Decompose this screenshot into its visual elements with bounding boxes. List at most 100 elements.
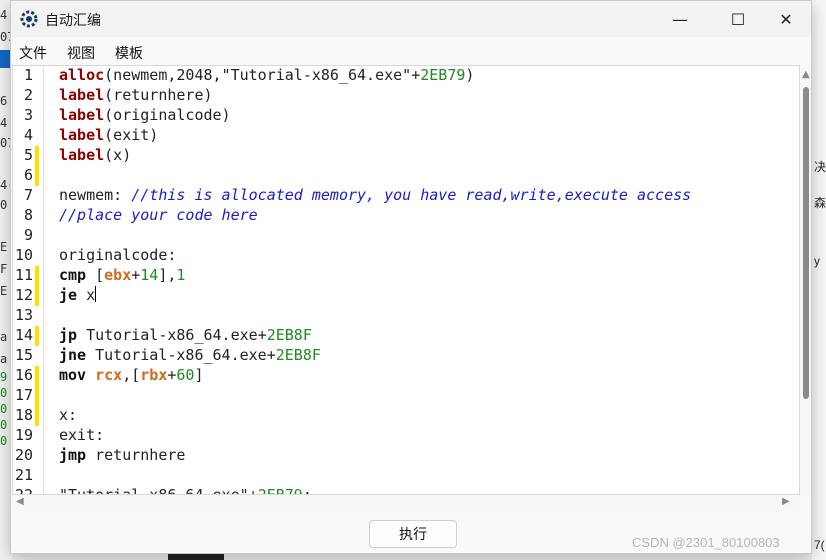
line-number: 16 xyxy=(14,366,33,384)
code-editor[interactable]: 1 2 3 4 5 6 7 8 9 10 11 12 13 14 15 16 17 18 19 20 21 22 allo… xyxy=(12,65,800,495)
vertical-scrollbar[interactable]: ▲ xyxy=(801,65,811,495)
bg-fragment: y xyxy=(814,254,820,268)
minimize-icon: — xyxy=(672,9,688,29)
code-line[interactable]: label(returnhere) xyxy=(59,86,213,106)
window-title: 自动汇编 xyxy=(45,13,101,29)
code-token: //place your code here xyxy=(59,206,258,224)
line-number: 11 xyxy=(14,266,33,284)
scroll-left-icon[interactable]: ◀ xyxy=(16,496,24,507)
menu-view[interactable]: 视图 xyxy=(65,43,97,63)
changed-line-marker xyxy=(35,406,39,426)
code-token: label xyxy=(59,86,105,104)
minimize-button[interactable]: — xyxy=(651,1,709,37)
line-number: 14 xyxy=(14,326,33,344)
line-number: 1 xyxy=(23,66,33,84)
code-line[interactable]: jne Tutorial-x86_64.exe+2EB8F xyxy=(59,346,321,366)
code-token: "Tutorial-x86_64.exe"+ xyxy=(59,486,258,495)
code-token: mov xyxy=(59,366,87,384)
code-token: rcx xyxy=(95,366,123,384)
code-token: //this is allocated memory, you have rea… xyxy=(131,186,692,204)
changed-line-marker xyxy=(35,166,39,186)
scroll-up-icon[interactable]: ▲ xyxy=(802,69,810,80)
code-token: + xyxy=(131,266,141,284)
code-line[interactable]: exit: xyxy=(59,426,104,446)
code-token: ebx xyxy=(104,266,132,284)
execute-button[interactable]: 执行 xyxy=(369,520,457,548)
code-token: returnhere xyxy=(86,446,186,464)
code-line[interactable]: mov rcx,[rbx+60] xyxy=(59,366,204,386)
code-area[interactable]: alloc(newmem,2048,"Tutorial-x86_64.exe"+… xyxy=(59,66,799,495)
background-selection-highlight xyxy=(0,50,10,68)
menu-bar: 文件 视图 模板 xyxy=(11,39,811,63)
code-token: exit: xyxy=(59,426,105,444)
line-number: 18 xyxy=(14,406,33,424)
code-token: jp xyxy=(59,326,78,344)
code-line[interactable]: originalcode: xyxy=(59,246,176,266)
code-line[interactable]: label(x) xyxy=(59,146,131,166)
bg-fragment: 6 xyxy=(0,94,8,108)
code-line[interactable]: x: xyxy=(59,406,77,426)
bg-fragment: 0 xyxy=(0,402,8,416)
line-number: 10 xyxy=(14,246,33,264)
bg-fragment: E xyxy=(0,240,8,254)
line-number: 9 xyxy=(23,226,33,244)
code-token: label xyxy=(59,126,105,144)
line-number: 20 xyxy=(14,446,33,464)
changed-line-marker xyxy=(35,326,39,346)
code-token: x xyxy=(77,286,96,304)
line-number: 22 xyxy=(14,486,33,495)
cheat-engine-icon xyxy=(20,10,38,28)
changed-line-marker xyxy=(35,286,39,306)
code-line[interactable]: label(exit) xyxy=(59,126,158,146)
scroll-right-icon[interactable]: ▶ xyxy=(782,496,790,507)
bg-fragment: 4 xyxy=(0,116,8,130)
code-line[interactable]: //place your code here xyxy=(59,206,258,226)
code-line[interactable]: cmp [ebx+14],1 xyxy=(59,266,185,286)
changed-line-marker xyxy=(35,146,39,166)
bg-fragment: a xyxy=(0,330,8,344)
code-token: 2EB79 xyxy=(257,486,303,495)
maximize-icon: ☐ xyxy=(730,9,746,29)
title-bar[interactable]: 自动汇编 — ☐ ✕ xyxy=(11,1,811,37)
line-number: 17 xyxy=(14,386,33,404)
line-number: 3 xyxy=(23,106,33,124)
code-token: 14 xyxy=(140,266,159,284)
code-token: label xyxy=(59,146,105,164)
line-number-gutter: 1 2 3 4 5 6 7 8 9 10 11 12 13 14 15 16 17 18 19 20 21 22 xyxy=(13,66,41,495)
bg-fragment: 0 xyxy=(0,198,8,212)
menu-template[interactable]: 模板 xyxy=(113,43,145,63)
code-token: 60 xyxy=(176,366,195,384)
code-line[interactable]: alloc(newmem,2048,"Tutorial-x86_64.exe"+… xyxy=(59,66,474,86)
code-token: [ xyxy=(86,266,105,284)
horizontal-scrollbar[interactable]: ◀ ▶ xyxy=(12,495,800,511)
changed-line-marker xyxy=(35,366,39,386)
code-token: 2EB8F xyxy=(266,326,312,344)
code-token: (originalcode) xyxy=(104,106,231,124)
code-token: alloc xyxy=(59,66,105,84)
watermark: CSDN @2301_80100803 xyxy=(632,535,780,550)
auto-assemble-window: 自动汇编 — ☐ ✕ 文件 视图 模板 1 2 3 4 5 6 7 8 9 10 11 12 13 14 1… xyxy=(10,0,812,554)
line-number: 15 xyxy=(14,346,33,364)
code-token: ,[ xyxy=(122,366,141,384)
code-line[interactable]: jmp returnhere xyxy=(59,446,185,466)
menu-file[interactable]: 文件 xyxy=(17,43,49,63)
close-button[interactable]: ✕ xyxy=(757,1,815,37)
code-line[interactable]: newmem: //this is allocated memory, you … xyxy=(59,186,691,206)
code-token: label xyxy=(59,106,105,124)
code-token: (returnhere) xyxy=(104,86,213,104)
code-token: Tutorial-x86_64.exe+ xyxy=(86,346,276,364)
line-number: 4 xyxy=(23,126,33,144)
code-line[interactable]: je x xyxy=(59,286,97,306)
code-token: 2EB79 xyxy=(420,66,466,84)
code-token: jmp xyxy=(59,446,87,464)
vertical-scroll-thumb[interactable] xyxy=(803,87,809,399)
code-token: cmp xyxy=(59,266,87,284)
code-token: originalcode: xyxy=(59,246,177,264)
line-number: 12 xyxy=(14,286,33,304)
code-line[interactable]: label(originalcode) xyxy=(59,106,231,126)
changed-line-marker xyxy=(35,266,39,286)
close-icon: ✕ xyxy=(779,9,793,29)
code-line[interactable]: jp Tutorial-x86_64.exe+2EB8F xyxy=(59,326,312,346)
bg-fragment: 决 xyxy=(814,160,826,174)
code-line[interactable]: "Tutorial-x86_64.exe"+2EB79: xyxy=(59,486,312,495)
